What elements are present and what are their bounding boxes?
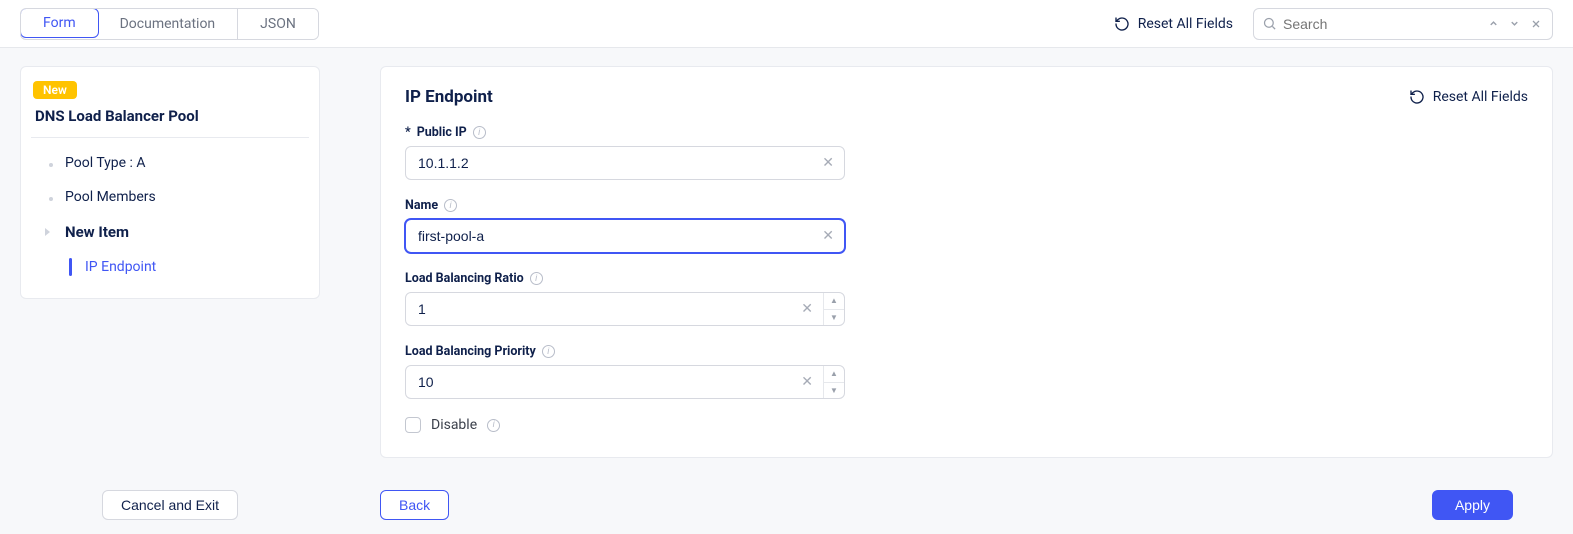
priority-label-row: Load Balancing Priority i [405,344,1528,359]
priority-input[interactable] [406,374,791,390]
reset-label: Reset All Fields [1433,89,1528,105]
top-right: Reset All Fields [1114,8,1553,40]
public-ip-input[interactable] [406,155,812,171]
field-name: Name i ✕ [405,198,1528,253]
sidebar-title: DNS Load Balancer Pool [31,107,309,138]
main-wrap: IP Endpoint Reset All Fields * Public IP… [380,66,1553,476]
new-badge: New [33,81,77,99]
apply-button[interactable]: Apply [1432,490,1513,520]
ratio-label: Load Balancing Ratio [405,271,524,286]
clear-icon[interactable]: ✕ [791,301,823,317]
content-area: New DNS Load Balancer Pool Pool Type : A… [0,48,1573,476]
info-icon[interactable]: i [542,345,555,358]
panel-header: IP Endpoint Reset All Fields [405,87,1528,107]
ratio-stepper: ▲ ▼ [823,293,844,325]
ratio-input[interactable] [406,301,791,317]
form-panel: IP Endpoint Reset All Fields * Public IP… [380,66,1553,458]
sidebar-nav: New DNS Load Balancer Pool Pool Type : A… [20,66,320,299]
ratio-input-wrap[interactable]: ✕ ▲ ▼ [405,292,845,326]
step-down-icon[interactable]: ▼ [824,383,844,399]
search-next-icon[interactable] [1507,18,1522,29]
footer-left: Cancel and Exit [0,490,340,520]
search-prev-icon[interactable] [1486,18,1501,29]
info-icon[interactable]: i [530,272,543,285]
reset-icon [1114,16,1130,32]
name-label-row: Name i [405,198,1528,213]
step-up-icon[interactable]: ▲ [824,366,844,383]
public-ip-label: Public IP [417,125,467,140]
nav-tree: Pool Type : A Pool Members New Item IP E… [31,146,309,284]
field-public-ip: * Public IP i ✕ [405,125,1528,180]
panel-title: IP Endpoint [405,87,493,107]
search-box[interactable] [1253,8,1553,40]
required-mark: * [405,125,411,140]
public-ip-label-row: * Public IP i [405,125,1528,140]
reset-all-fields-panel[interactable]: Reset All Fields [1409,89,1528,105]
field-lb-priority: Load Balancing Priority i ✕ ▲ ▼ [405,344,1528,399]
nav-item-pool-type[interactable]: Pool Type : A [31,146,309,180]
ratio-label-row: Load Balancing Ratio i [405,271,1528,286]
nav-item-new-item[interactable]: New Item [31,214,309,250]
reset-all-fields-top[interactable]: Reset All Fields [1114,16,1233,32]
field-disable: Disable i [405,417,1528,433]
top-bar: Form Documentation JSON Reset All Fields [0,0,1573,48]
info-icon[interactable]: i [487,419,500,432]
tab-documentation[interactable]: Documentation [98,9,239,39]
name-input[interactable] [406,228,812,244]
field-lb-ratio: Load Balancing Ratio i ✕ ▲ ▼ [405,271,1528,326]
step-down-icon[interactable]: ▼ [824,310,844,326]
disable-checkbox[interactable] [405,417,421,433]
view-tabs: Form Documentation JSON [20,8,319,40]
priority-stepper: ▲ ▼ [823,366,844,398]
search-clear-icon[interactable] [1528,18,1544,30]
tab-json[interactable]: JSON [238,9,318,39]
name-input-wrap[interactable]: ✕ [405,219,845,253]
footer-center: Back [380,490,449,520]
reset-icon [1409,89,1425,105]
priority-input-wrap[interactable]: ✕ ▲ ▼ [405,365,845,399]
search-icon [1262,16,1277,31]
back-button[interactable]: Back [380,490,449,520]
footer-bar: Cancel and Exit Back Apply [0,476,1573,534]
disable-label: Disable [431,417,477,433]
clear-icon[interactable]: ✕ [812,155,844,171]
clear-icon[interactable]: ✕ [791,374,823,390]
info-icon[interactable]: i [473,126,486,139]
info-icon[interactable]: i [444,199,457,212]
cancel-and-exit-button[interactable]: Cancel and Exit [102,490,238,520]
nav-item-ip-endpoint[interactable]: IP Endpoint [31,250,309,284]
name-label: Name [405,198,438,213]
clear-icon[interactable]: ✕ [812,228,844,244]
public-ip-input-wrap[interactable]: ✕ [405,146,845,180]
priority-label: Load Balancing Priority [405,344,536,359]
tab-form[interactable]: Form [20,8,99,38]
search-input[interactable] [1283,16,1480,32]
step-up-icon[interactable]: ▲ [824,293,844,310]
nav-item-pool-members[interactable]: Pool Members [31,180,309,214]
reset-label: Reset All Fields [1138,16,1233,32]
